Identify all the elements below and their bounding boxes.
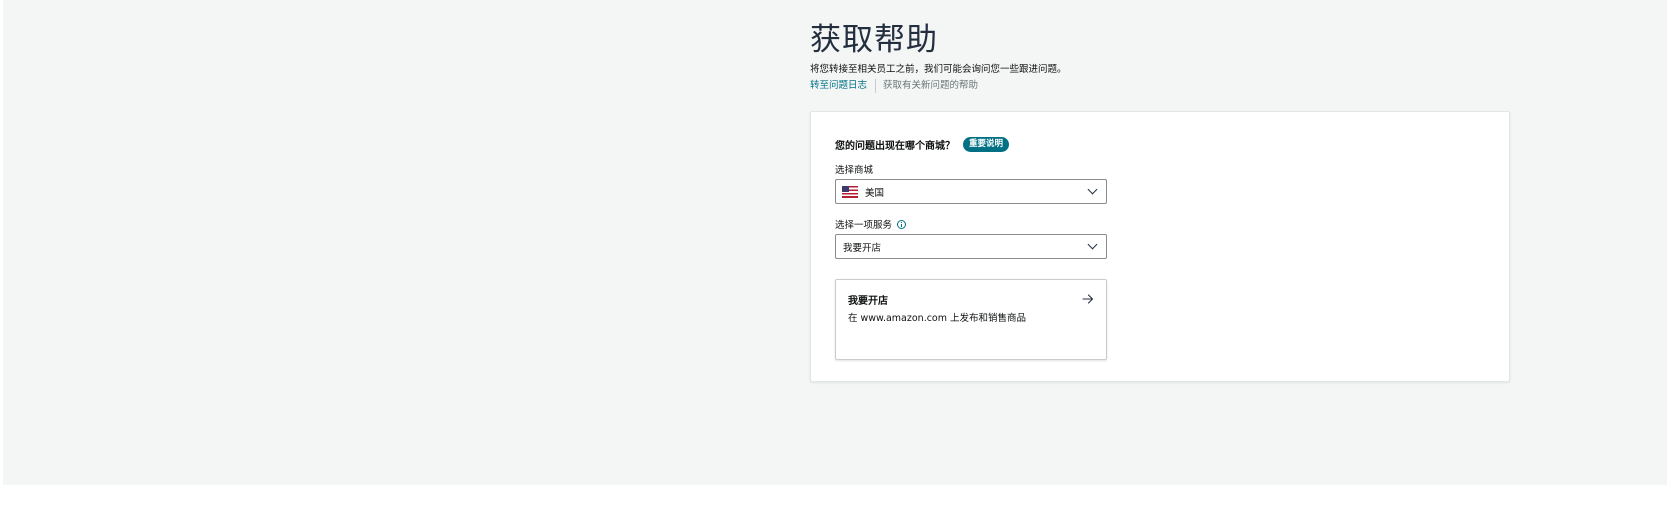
info-icon[interactable] <box>897 219 907 229</box>
arrow-right-icon <box>1082 294 1094 304</box>
us-flag-icon <box>842 185 858 198</box>
page-title: 获取帮助 <box>810 22 938 58</box>
page-background: 获取帮助 将您转接至相关员工之前，我们可能会询问您一些跟进问题。 转至问题日志 … <box>3 0 1667 485</box>
service-option-card[interactable]: 我要开店 在 www.amazon.com 上发布和销售商品 <box>835 279 1107 360</box>
important-notice-badge[interactable]: 重要说明 <box>963 137 1010 152</box>
marketplace-question-row: 您的问题出现在哪个商城？ 重要说明 <box>835 137 1010 152</box>
marketplace-label: 选择商城 <box>835 162 873 176</box>
case-log-link[interactable]: 转至问题日志 <box>810 79 867 93</box>
new-issue-help-link[interactable]: 获取有关新问题的帮助 <box>883 79 978 93</box>
service-select[interactable]: 我要开店 <box>835 234 1107 259</box>
header-links: 转至问题日志 获取有关新问题的帮助 <box>810 79 1510 93</box>
marketplace-select[interactable]: 美国 <box>835 179 1107 204</box>
chevron-down-icon <box>1087 239 1098 250</box>
marketplace-question: 您的问题出现在哪个商城？ <box>835 141 955 152</box>
chevron-down-icon <box>1087 184 1098 195</box>
service-label: 选择一项服务 <box>835 217 907 231</box>
link-divider <box>875 79 877 93</box>
page-subtitle: 将您转接至相关员工之前，我们可能会询问您一些跟进问题。 <box>810 64 1067 75</box>
marketplace-label-text: 选择商城 <box>835 165 874 176</box>
option-description: 在 www.amazon.com 上发布和销售商品 <box>848 313 1027 324</box>
service-label-text: 选择一项服务 <box>835 220 893 231</box>
option-title: 我要开店 <box>848 296 888 307</box>
help-form-card: 您的问题出现在哪个商城？ 重要说明 选择商城 美国 选择一项服务 我要开店 我要… <box>810 111 1510 382</box>
page-header: 获取帮助 将您转接至相关员工之前，我们可能会询问您一些跟进问题。 转至问题日志 … <box>810 20 1510 93</box>
marketplace-selected-value: 美国 <box>865 187 885 199</box>
service-selected-value: 我要开店 <box>843 242 882 254</box>
